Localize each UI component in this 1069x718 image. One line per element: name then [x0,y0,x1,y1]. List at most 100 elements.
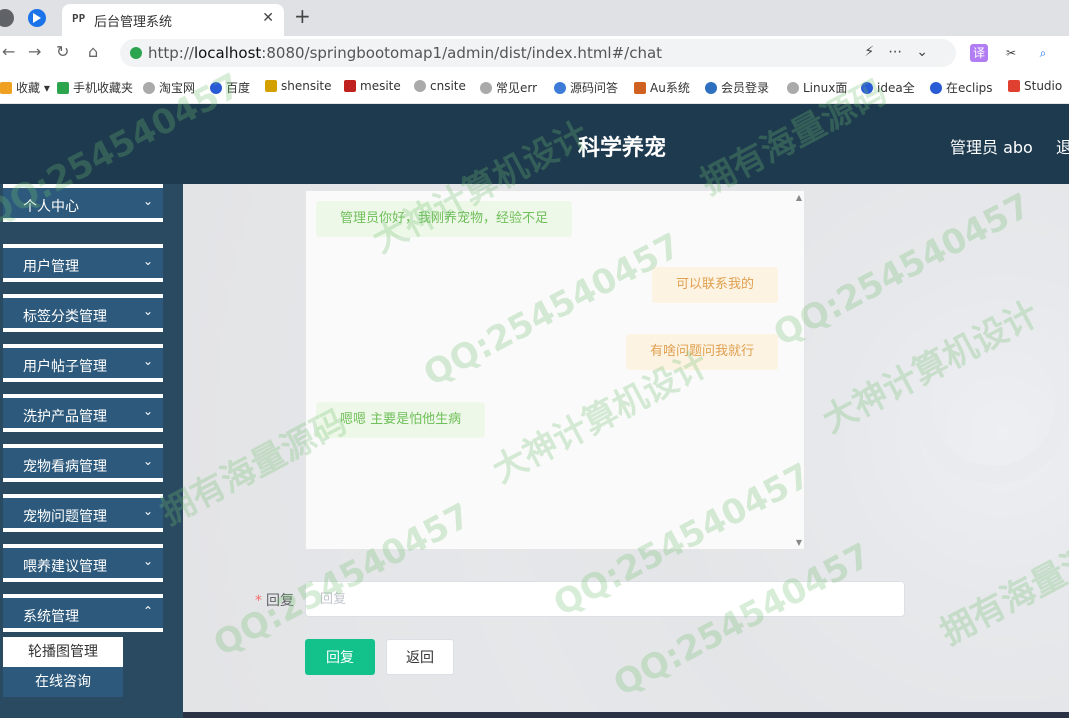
sidebar-item-pet-vet[interactable]: 宠物看病管理 ⌄ [3,444,163,482]
sidebar: 个人中心 ⌄ 用户管理 ⌄ 标签分类管理 ⌄ 用户帖子管理 ⌄ 洗护产品管理 ⌄ 宠物看病… [0,184,183,718]
bookmark-item[interactable]: Au系统 [634,79,690,96]
reply-button[interactable]: 回复 [305,639,375,675]
chevron-down-icon: ⌄ [142,304,153,318]
sidebar-item-label: 标签分类管理 [23,309,107,325]
bookmark-item[interactable]: Studio [1008,79,1062,93]
chevron-down-icon: ⌄ [142,454,153,468]
address-actions[interactable]: ⚡⋯⌄ [864,44,942,60]
sidebar-subitem-carousel[interactable]: 轮播图管理 [3,637,123,667]
sidebar-item-label: 系统管理 [23,609,79,625]
chevron-down-icon: ⌄ [142,554,153,568]
bookmark-item[interactable]: 淘宝网 [143,79,195,96]
bookmark-item[interactable]: cnsite [414,79,466,93]
sidebar-item-label: 洗护产品管理 [23,409,107,425]
bookmark-item[interactable]: 百度 [210,79,250,96]
studio-icon [1008,80,1020,92]
scroll-down-icon[interactable]: ▼ [796,538,802,547]
reload-icon[interactable]: ↻ [56,42,69,61]
bookmark-item[interactable]: 手机收藏夹 [57,79,133,96]
new-tab-icon[interactable]: + [294,4,311,28]
browser-tab[interactable]: PP 后台管理系统 ✕ [62,4,284,36]
back-arrow-icon[interactable]: ← [2,42,15,61]
globe-icon [414,80,426,92]
tab-favicon-icon: PP [72,12,86,25]
baidu-icon [861,82,873,94]
address-url[interactable]: http://localhost:8080/springbootomap1/ad… [148,44,662,62]
bookmark-item[interactable]: 源码问答 [554,79,618,96]
telegram-icon[interactable] [28,9,46,27]
au-icon [634,82,646,94]
reply-input[interactable] [305,581,905,617]
chevron-down-icon: ⌄ [916,44,942,60]
scroll-up-icon[interactable]: ▲ [796,193,802,202]
star-icon [0,82,12,94]
chevron-down-icon: ⌄ [142,194,153,208]
baidu-icon [210,82,222,94]
address-bar[interactable]: http://localhost:8080/springbootomap1/ad… [120,39,956,67]
secure-icon [130,47,142,59]
chevron-up-icon: ⌃ [142,604,153,618]
chevron-down-icon: ⌄ [142,354,153,368]
globe-icon [787,82,799,94]
required-mark: * [255,593,262,609]
chat-message: 嗯嗯 主要是怕他生病 [316,402,486,438]
bookmarks-bar: 收藏 ▾ 手机收藏夹 淘宝网 百度 shensite mesite cnsite… [0,70,1069,104]
app-header: 科学养宠 管理员 abo 退出 [0,104,1069,184]
lightning-icon: ⚡ [864,44,889,60]
bottom-scrollbar[interactable] [183,712,1069,718]
bookmark-item[interactable]: 会员登录 [705,79,769,96]
sidebar-item-label: 宠物看病管理 [23,459,107,475]
sidebar-item-personal-center[interactable]: 个人中心 ⌄ [3,184,163,222]
sidebar-item-pet-questions[interactable]: 宠物问题管理 ⌄ [3,494,163,532]
chat-window[interactable]: ▲ 管理员你好，我刚养宠物，经验不足 可以联系我的 有啥问题问我就行 嗯嗯 主要… [305,190,805,550]
sidebar-item-label: 用户帖子管理 [23,359,107,375]
sidebar-item-tag-category[interactable]: 标签分类管理 ⌄ [3,294,163,332]
bookmark-item[interactable]: 常见err [480,79,537,96]
chevron-down-icon: ⌄ [142,254,153,268]
phone-icon [57,82,69,94]
globe-icon [480,82,492,94]
sidebar-item-label: 用户管理 [23,259,79,275]
bookmark-item[interactable]: Linux面 [787,79,847,96]
bookmark-item[interactable]: shensite [265,79,332,93]
page-title: 科学养宠 [578,136,667,161]
forward-arrow-icon[interactable]: → [28,42,41,61]
bookmark-item[interactable]: mesite [344,79,401,93]
bookmark-item[interactable]: 在eclips [930,79,993,96]
admin-name: 管理员 abo [950,138,1033,157]
sidebar-item-label: 喂养建议管理 [23,559,107,575]
tab-title: 后台管理系统 [94,15,173,30]
browser-tab-bar: PP 后台管理系统 ✕ + [0,0,1069,36]
chat-message: 有啥问题问我就行 [625,334,778,370]
baidu-icon [930,82,942,94]
profile-icon[interactable] [0,9,14,27]
bookmark-item[interactable]: idea全 [861,79,915,96]
sidebar-subitem-online-consult[interactable]: 在线咨询 [3,667,123,697]
chat-message: 管理员你好，我刚养宠物，经验不足 [316,201,573,237]
chat-message: 可以联系我的 [651,267,778,303]
sidebar-item-label: 宠物问题管理 [23,509,107,525]
back-button[interactable]: 返回 [386,639,454,675]
browser-nav-bar: ← → ↻ ⌂ http://localhost:8080/springboot… [0,36,1069,70]
sidebar-item-user-posts[interactable]: 用户帖子管理 ⌄ [3,344,163,382]
sidebar-item-user-management[interactable]: 用户管理 ⌄ [3,244,163,282]
sidebar-item-system[interactable]: 系统管理 ⌃ [3,594,163,632]
logout-button[interactable]: 退出 [1056,134,1069,158]
chevron-down-icon: ⌄ [142,404,153,418]
globe-icon [143,82,155,94]
answer-icon [554,82,566,94]
translate-extension-icon[interactable]: 译 [970,44,988,62]
shen-icon [265,80,277,92]
tab-close-icon[interactable]: ✕ [262,10,274,26]
reply-label: * 回复 [255,593,294,609]
more-icon: ⋯ [888,44,917,60]
bookmark-item[interactable]: 收藏 ▾ [0,79,50,96]
mesite-icon [344,80,356,92]
scissors-extension-icon[interactable]: ✂ [1002,44,1020,62]
search-extension-icon[interactable]: ⌕ [1034,44,1052,62]
sidebar-item-feeding-advice[interactable]: 喂养建议管理 ⌄ [3,544,163,582]
home-icon[interactable]: ⌂ [88,42,98,61]
main-content: ▲ 管理员你好，我刚养宠物，经验不足 可以联系我的 有啥问题问我就行 嗯嗯 主要… [183,184,1069,718]
sidebar-item-care-products[interactable]: 洗护产品管理 ⌄ [3,394,163,432]
cloud-icon [705,82,717,94]
